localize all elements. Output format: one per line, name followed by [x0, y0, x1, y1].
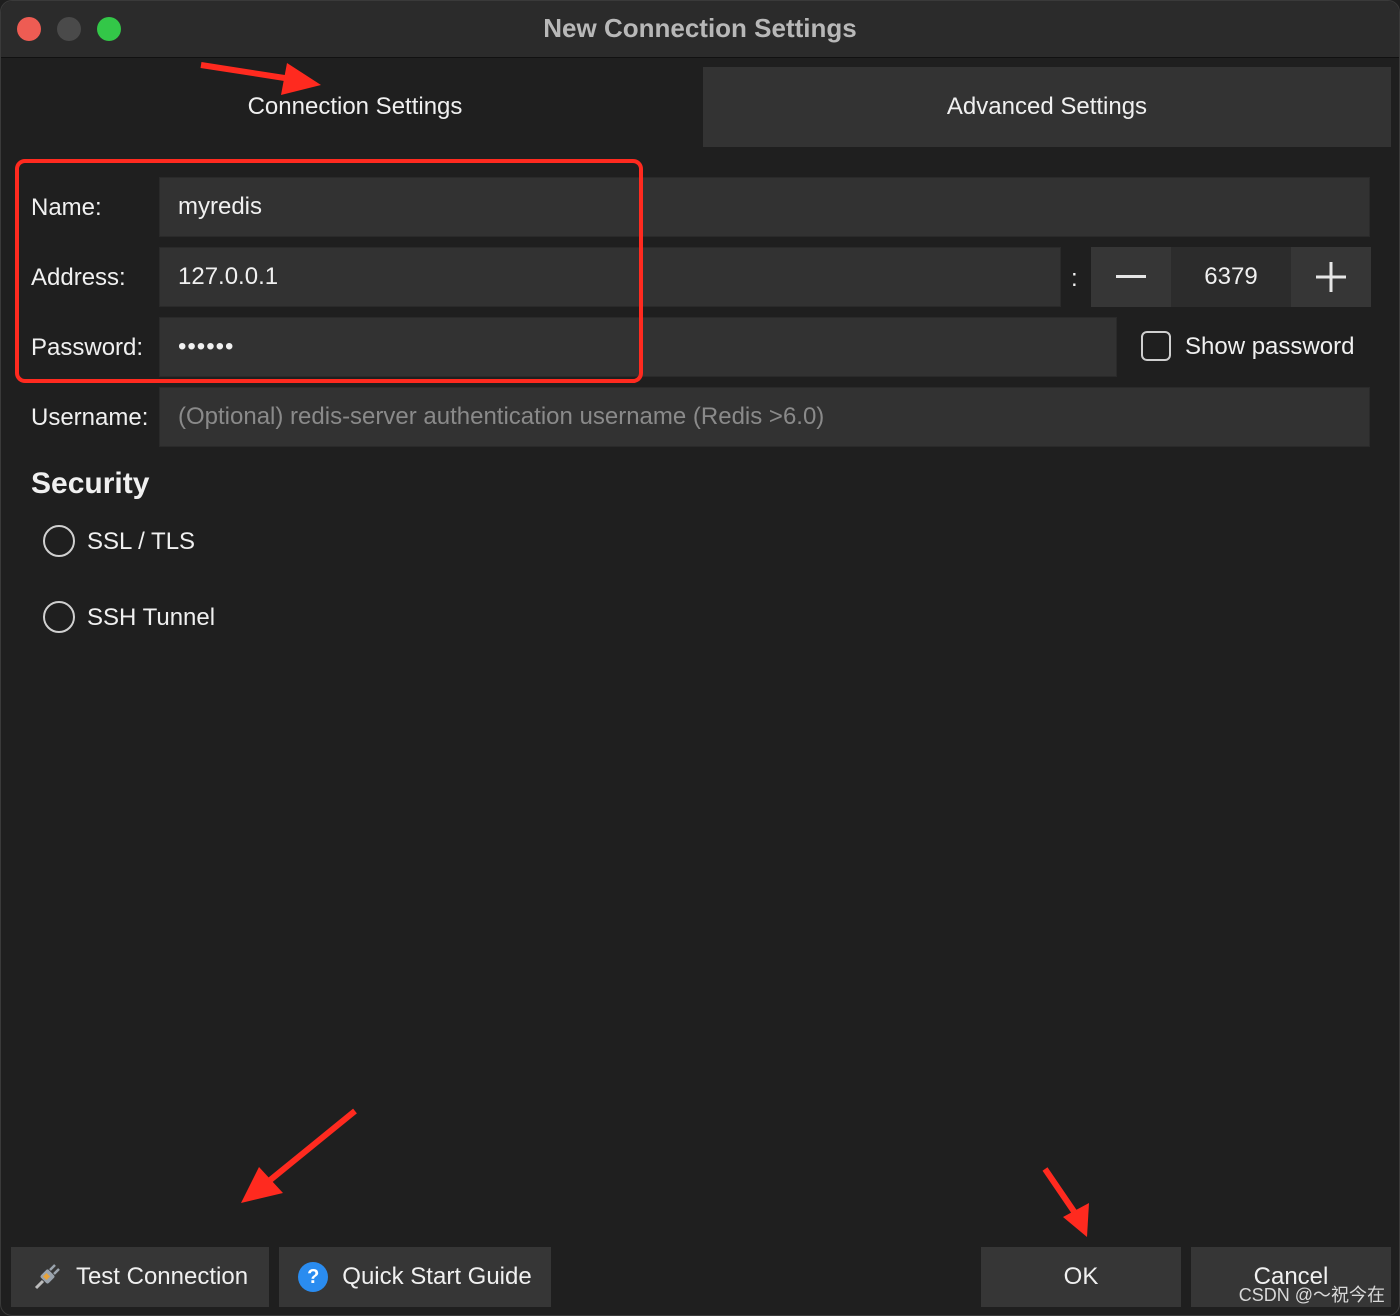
arrow-to-test-connection: [241, 1108, 357, 1203]
connection-dialog: New Connection Settings Connection Setti…: [0, 0, 1400, 1316]
watermark: CSDN @～祝今在: [1238, 1285, 1385, 1305]
annotation-arrows: [200, 62, 1089, 1237]
arrow-to-ok: [1042, 1167, 1089, 1237]
arrow-to-connection-tab: [200, 62, 321, 95]
